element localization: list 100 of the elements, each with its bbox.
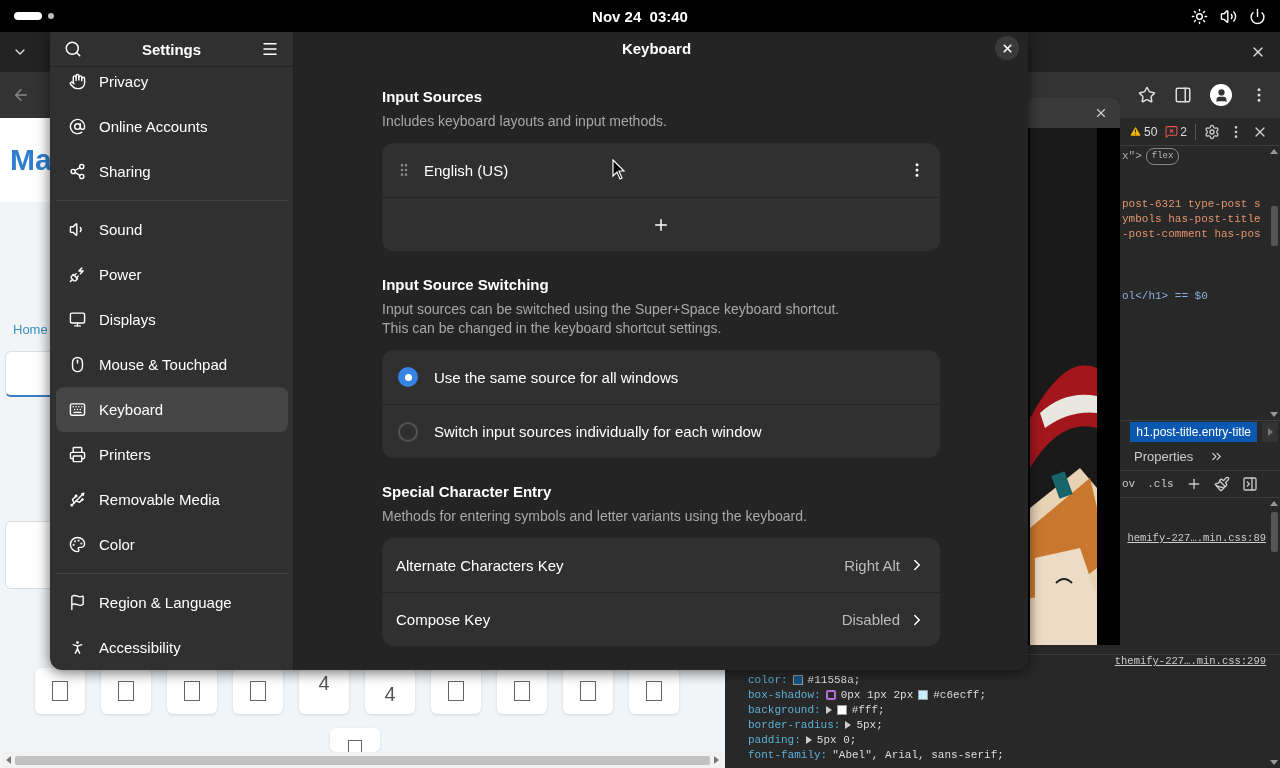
menu-icon — [261, 40, 279, 58]
expand-icon[interactable] — [825, 705, 832, 714]
section-description: Includes keyboard layouts and input methods. — [382, 112, 668, 131]
site-logo[interactable]: Ma — [10, 143, 52, 177]
key-tile[interactable] — [330, 728, 380, 752]
side-panel-icon[interactable] — [1174, 86, 1192, 104]
css-value: 0px 1px 2px — [840, 688, 914, 701]
sidebar-item[interactable]: Region & Language — [56, 580, 288, 625]
missing-glyph-icon — [448, 681, 464, 701]
setting-row[interactable]: Compose Key Disabled — [382, 592, 940, 646]
section-description: Input sources can be switched using the Super+Space keyboard shortcut. This can be changed in the keyboard shortcut settings. — [382, 300, 841, 338]
code-line: ol</h1> == $0 — [1122, 289, 1208, 304]
css-value: 5px 0; — [816, 733, 857, 746]
search-button[interactable] — [64, 40, 82, 58]
brightness-icon[interactable] — [1191, 7, 1208, 25]
css-value: "Abel", Arial, sans-serif; — [832, 748, 1004, 761]
radio-button[interactable] — [398, 421, 418, 442]
back-icon[interactable] — [12, 86, 30, 104]
sidebar-item[interactable]: Displays — [56, 297, 288, 342]
volume-icon[interactable] — [1220, 7, 1237, 25]
css-property: background: — [748, 703, 821, 716]
radio-button[interactable] — [398, 367, 418, 387]
palette-icon — [69, 536, 86, 553]
close-button[interactable] — [995, 36, 1019, 60]
key-tile[interactable] — [629, 668, 679, 714]
hand-icon — [69, 73, 86, 90]
missing-glyph-icon — [184, 681, 200, 701]
css-value: #c6ecff; — [933, 688, 987, 701]
breadcrumb[interactable]: h1.post-title.entry-title — [1130, 421, 1257, 442]
usb-drive-icon — [69, 491, 86, 508]
sidebar-item[interactable]: Power — [56, 252, 288, 297]
missing-glyph-icon — [580, 681, 596, 701]
sidebar-item[interactable]: Sound — [56, 207, 288, 252]
errors-count[interactable]: 2 — [1165, 124, 1187, 139]
sidebar-item[interactable]: Online Accounts — [56, 104, 288, 149]
sidebar-item[interactable]: Mouse & Touchpad — [56, 342, 288, 387]
clock[interactable]: Nov 24 03:40 — [592, 7, 688, 25]
sidebar-toggle-icon[interactable] — [1241, 476, 1258, 492]
css-property: font-family: — [748, 748, 828, 761]
paint-icon[interactable] — [1213, 476, 1230, 492]
warning-count-text: 50 — [1143, 124, 1158, 139]
expand-icon[interactable] — [845, 720, 852, 729]
radio-option[interactable]: Use the same source for all windows — [382, 350, 940, 404]
sidebar-item[interactable]: Keyboard — [56, 387, 288, 432]
warnings-count[interactable]: 50 — [1128, 124, 1158, 139]
section-title: Special Character Entry — [382, 482, 553, 502]
color-swatch[interactable] — [918, 689, 929, 700]
shadow-editor-icon[interactable] — [825, 689, 836, 700]
scroll-button[interactable] — [1262, 421, 1278, 442]
horizontal-scrollbar[interactable] — [0, 752, 725, 768]
radio-option[interactable]: Switch input sources individually for each window — [382, 404, 940, 458]
panel-tab[interactable]: Properties — [1134, 448, 1194, 464]
sidebar-item[interactable]: Color — [56, 522, 288, 567]
key-tile[interactable] — [563, 668, 613, 714]
close-icon — [1000, 41, 1014, 55]
power-icon[interactable] — [1249, 7, 1266, 25]
person-icon — [1213, 87, 1229, 103]
close-icon[interactable] — [1094, 106, 1108, 120]
monitor-icon — [69, 311, 86, 328]
mouse-pointer-icon — [612, 159, 626, 181]
setting-value: Disabled — [841, 611, 900, 628]
css-property: color: — [748, 673, 788, 686]
sidebar-title: Settings — [141, 40, 202, 58]
key-tile[interactable] — [35, 668, 85, 714]
css-property: border-radius: — [748, 718, 841, 731]
sidebar-item[interactable]: Accessibility — [56, 625, 288, 670]
key-tile[interactable] — [497, 668, 547, 714]
at-sign-icon — [69, 118, 86, 135]
source-link[interactable]: themify-227….min.css:299 — [1114, 655, 1266, 667]
filter-toggle[interactable]: .cls — [1147, 478, 1174, 490]
share-icon — [69, 163, 86, 180]
key-tile[interactable]: 4 — [365, 668, 415, 714]
source-link[interactable]: hemify-227….min.css:89 — [1127, 532, 1266, 544]
key-tile[interactable] — [167, 668, 217, 714]
filter-toggle[interactable]: ov — [1122, 478, 1136, 490]
page-title: Keyboard — [621, 39, 692, 57]
expand-icon[interactable] — [805, 735, 812, 744]
key-tile[interactable] — [233, 668, 283, 714]
color-swatch[interactable] — [792, 674, 803, 685]
sidebar-item[interactable]: Printers — [56, 432, 288, 477]
star-icon[interactable] — [1138, 86, 1156, 104]
missing-glyph-icon — [118, 681, 134, 701]
flex-badge[interactable]: flex — [1145, 148, 1180, 165]
css-value: #11558a; — [807, 673, 861, 686]
sidebar-item[interactable]: Removable Media — [56, 477, 288, 522]
css-property: box-shadow: — [748, 688, 821, 701]
key-tile[interactable]: 4 — [299, 668, 349, 714]
error-count-text: 2 — [1180, 124, 1187, 139]
warning-icon — [1128, 125, 1142, 138]
sidebar-item[interactable]: Privacy — [56, 67, 288, 104]
key-tile[interactable] — [101, 668, 151, 714]
color-swatch[interactable] — [836, 704, 847, 715]
setting-row[interactable]: Alternate Characters Key Right Alt — [382, 538, 940, 592]
missing-glyph-icon — [514, 681, 530, 701]
profile-button[interactable] — [1210, 84, 1232, 106]
key-tile[interactable] — [431, 668, 481, 714]
settings-icon[interactable] — [1204, 123, 1220, 140]
menu-button[interactable] — [261, 40, 279, 58]
section-title: Input Source Switching — [382, 275, 550, 295]
sidebar-item[interactable]: Sharing — [56, 149, 288, 194]
